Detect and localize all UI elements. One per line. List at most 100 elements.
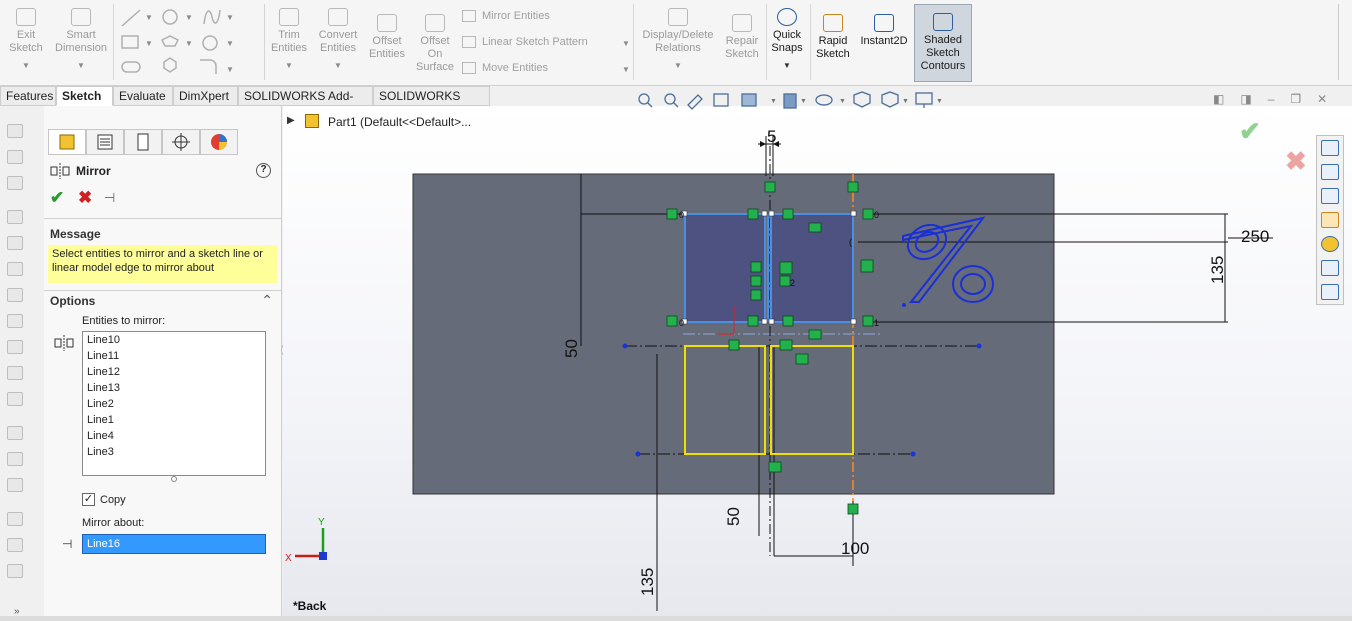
close-icon[interactable]: ✕ bbox=[1317, 92, 1343, 106]
file-explorer-icon[interactable] bbox=[1321, 188, 1339, 204]
exit-sketch-button[interactable]: Exit Sketch ▼ bbox=[6, 8, 46, 72]
exit-sketch-label: Exit Sketch bbox=[9, 29, 43, 54]
rapid-sketch-button[interactable]: Rapid Sketch bbox=[812, 14, 854, 61]
message-box: Select entities to mirror and a sketch l… bbox=[48, 245, 277, 283]
copy-checkbox[interactable]: ✓ bbox=[82, 493, 95, 506]
linear-pattern-icon[interactable] bbox=[7, 392, 23, 406]
mirror-about-field[interactable]: Line16 bbox=[82, 534, 266, 554]
featuremanager-tab[interactable] bbox=[48, 129, 86, 155]
convert-entities-button[interactable]: Convert Entities ▼ bbox=[314, 8, 362, 72]
list-item[interactable]: Line2 bbox=[83, 396, 265, 412]
list-item[interactable]: Line12 bbox=[83, 364, 265, 380]
sketch-canvas[interactable]: 0 0 1 0 2 ( 5 250 135 50 50 100 135 Y X bbox=[283, 106, 1313, 621]
list-item[interactable]: Line11 bbox=[83, 348, 265, 364]
home-icon[interactable] bbox=[1321, 140, 1339, 156]
repair-sketch-button[interactable]: Repair Sketch bbox=[722, 14, 762, 61]
rib-icon[interactable] bbox=[7, 426, 23, 440]
propertymanager-tab[interactable] bbox=[86, 129, 124, 155]
shaded-sketch-contours-button[interactable]: Shaded Sketch Contours bbox=[914, 4, 972, 82]
restore-right-icon[interactable]: ◨ bbox=[1240, 92, 1267, 106]
pushpin-icon[interactable]: ⊣ bbox=[104, 190, 115, 206]
extruded-boss-icon[interactable] bbox=[7, 124, 23, 138]
smart-dimension-button[interactable]: Smart Dimension ▼ bbox=[52, 8, 110, 72]
crosshair-icon bbox=[172, 133, 190, 151]
ribbon-divider bbox=[633, 4, 634, 80]
reference-geometry-icon[interactable] bbox=[7, 564, 23, 578]
options-header[interactable]: Options bbox=[50, 294, 95, 308]
appearances-icon[interactable] bbox=[1321, 236, 1339, 252]
exit-sketch-icon bbox=[16, 8, 36, 26]
revolved-cut-icon[interactable] bbox=[7, 262, 23, 276]
tab-evaluate[interactable]: Evaluate bbox=[113, 86, 173, 106]
list-item[interactable]: Line4 bbox=[83, 428, 265, 444]
list-item[interactable]: Line13 bbox=[83, 380, 265, 396]
view-palette-icon[interactable] bbox=[1321, 212, 1339, 228]
list-item[interactable]: Line10 bbox=[83, 332, 265, 348]
chevron-down-icon[interactable]: ▼ bbox=[622, 65, 630, 74]
polygon-tool-icon bbox=[160, 35, 180, 47]
instant2d-icon bbox=[874, 14, 894, 32]
boundary-cut-icon[interactable] bbox=[7, 340, 23, 354]
maximize-icon[interactable]: ❐ bbox=[1290, 92, 1317, 106]
sketch-entity-tools[interactable]: ▼ ▼ ▼ ▼ ▼ ▼ ▼ bbox=[118, 6, 250, 78]
displaymanager-tab[interactable] bbox=[200, 129, 238, 155]
mirror-entities-button[interactable]: Mirror Entities bbox=[462, 10, 550, 23]
forum-icon[interactable] bbox=[1321, 284, 1339, 300]
revolved-boss-icon[interactable] bbox=[7, 150, 23, 164]
tab-sketch[interactable]: Sketch bbox=[56, 86, 113, 106]
linear-sketch-pattern-button[interactable]: Linear Sketch Pattern bbox=[462, 36, 588, 49]
fillet-tool-icon bbox=[200, 59, 217, 74]
ribbon-scroll[interactable] bbox=[1338, 4, 1344, 80]
draft-icon[interactable] bbox=[7, 452, 23, 466]
ok-check-icon[interactable]: ✔ bbox=[50, 188, 64, 208]
offset-on-surface-button[interactable]: Offset On Surface bbox=[412, 14, 458, 74]
restore-left-icon[interactable]: ◧ bbox=[1213, 92, 1240, 106]
entities-list[interactable]: Line10 Line11 Line12 Line13 Line2 Line1 … bbox=[82, 331, 266, 476]
collapse-chevron-icon[interactable]: ⌃ bbox=[261, 292, 273, 309]
lofted-cut-icon[interactable] bbox=[7, 314, 23, 328]
tab-dimxpert[interactable]: DimXpert bbox=[173, 86, 238, 106]
tab-solidworks-mbd[interactable]: SOLIDWORKS MBD bbox=[373, 86, 490, 122]
graphics-area[interactable]: ▶ Part1 (Default<<Default>... ▼ ▼ ▼ ▼ ▼ ◧◨–❐… bbox=[283, 91, 1352, 621]
list-resize-handle[interactable] bbox=[171, 476, 177, 482]
dim-135-right: 135 bbox=[1208, 256, 1227, 284]
fillet-icon[interactable] bbox=[7, 366, 23, 380]
intersect-icon[interactable] bbox=[7, 538, 23, 552]
offset-entities-button[interactable]: Offset Entities bbox=[366, 14, 408, 61]
repair-icon bbox=[732, 14, 752, 32]
trim-entities-label: Trim Entities bbox=[270, 29, 308, 54]
mirror-about-label: Mirror about: bbox=[82, 517, 145, 529]
convert-entities-label: Convert Entities bbox=[318, 29, 358, 54]
configurationmanager-tab[interactable] bbox=[124, 129, 162, 155]
hide-show-icon bbox=[853, 91, 871, 108]
list-item[interactable]: Line3 bbox=[83, 444, 265, 460]
design-library-icon[interactable] bbox=[1321, 164, 1339, 180]
property-list-icon bbox=[97, 134, 113, 150]
move-entities-button[interactable]: Move Entities bbox=[462, 62, 548, 75]
tab-solidworks-add-ins[interactable]: SOLIDWORKS Add-Ins bbox=[238, 86, 373, 122]
display-delete-relations-button[interactable]: Display/Delete Relations ▼ bbox=[640, 8, 716, 72]
tab-features[interactable]: Features bbox=[0, 86, 56, 106]
shell-icon[interactable] bbox=[7, 478, 23, 492]
wrap-icon[interactable] bbox=[7, 512, 23, 526]
quick-snaps-button[interactable]: Quick Snaps ▼ bbox=[768, 8, 806, 72]
chevron-down-icon[interactable]: ▼ bbox=[622, 39, 630, 48]
help-button[interactable]: ? bbox=[256, 163, 271, 178]
svg-text:▼: ▼ bbox=[936, 98, 943, 105]
cancel-x-icon[interactable]: ✖ bbox=[78, 188, 92, 208]
trim-entities-button[interactable]: Trim Entities ▼ bbox=[268, 8, 310, 72]
dim-250: 250 bbox=[1241, 227, 1269, 246]
svg-text:0: 0 bbox=[874, 210, 879, 220]
window-controls: ◧◨–❐✕ bbox=[1213, 92, 1343, 106]
minimize-icon[interactable]: – bbox=[1268, 92, 1291, 106]
list-item[interactable]: Line1 bbox=[83, 412, 265, 428]
instant2d-button[interactable]: Instant2D bbox=[856, 14, 912, 48]
axis-y-label: Y bbox=[318, 517, 325, 528]
swept-cut-icon[interactable] bbox=[7, 288, 23, 302]
custom-properties-icon[interactable] bbox=[1321, 260, 1339, 276]
dimxpertmanager-tab[interactable] bbox=[162, 129, 200, 155]
chevron-down-icon: ▼ bbox=[674, 61, 682, 70]
hole-wizard-icon[interactable] bbox=[7, 236, 23, 250]
swept-boss-icon[interactable] bbox=[7, 176, 23, 190]
extruded-cut-icon[interactable] bbox=[7, 210, 23, 224]
